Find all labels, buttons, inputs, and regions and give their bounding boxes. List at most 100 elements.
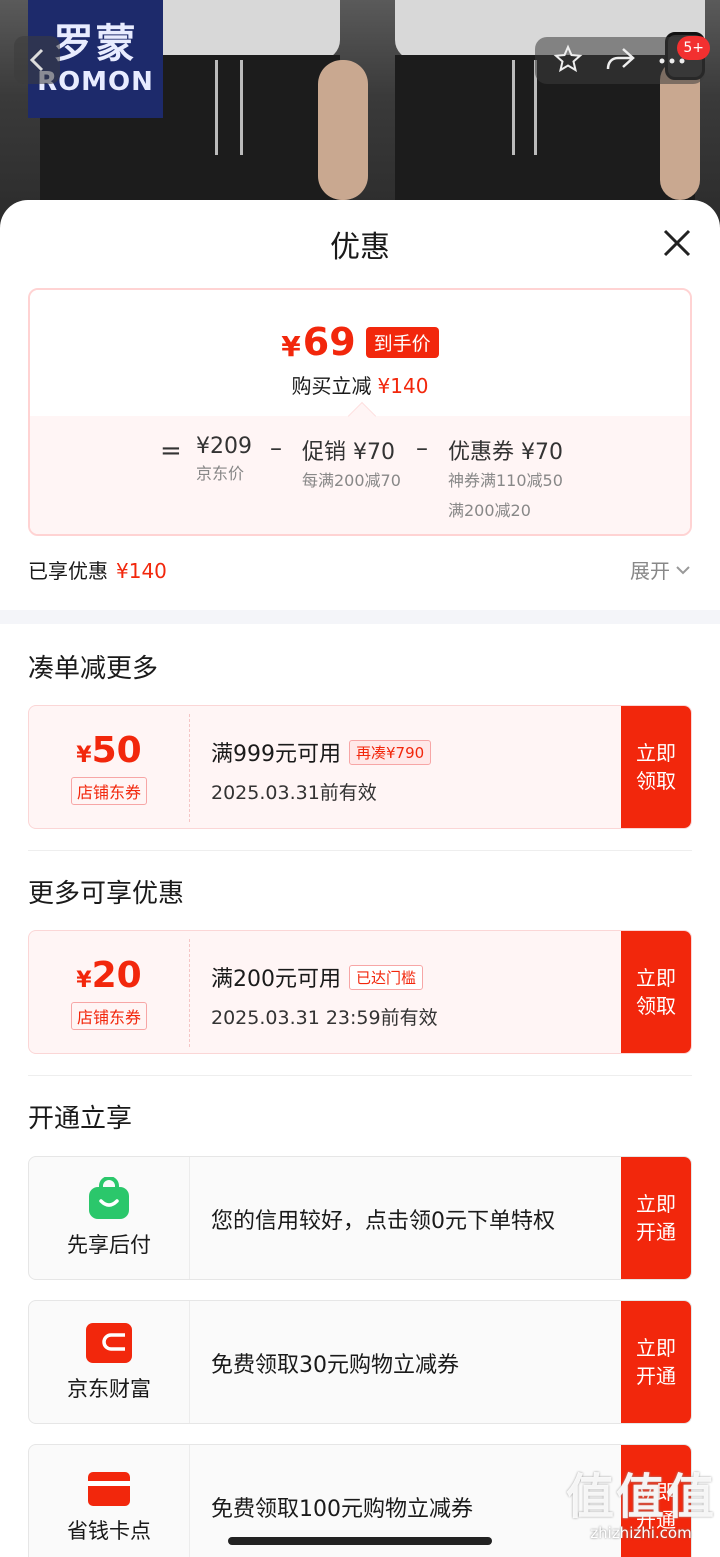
base-price: ¥209 xyxy=(196,434,252,459)
coupon-value: 20 xyxy=(91,954,142,996)
promo-note: 每满200减70 xyxy=(302,471,401,490)
breakdown-equals: = xyxy=(160,436,182,466)
discount-sheet: 优惠 ¥ 69 到手价 购买立减 ¥140 = ¥209 京东价 – 促销 ¥70… xyxy=(0,200,720,1557)
coupon-divider xyxy=(189,939,190,1047)
activate-button-line1: 立即 xyxy=(636,1192,676,1216)
coupon-condition: 满999元可用 xyxy=(211,742,341,767)
favorite-button[interactable] xyxy=(553,44,583,78)
purchase-discount-label: 购买立减 xyxy=(291,374,372,398)
breakdown-base: ¥209 京东价 xyxy=(196,434,252,489)
service-description: 免费领取100元购物立减券 xyxy=(211,1497,473,1522)
section-title-open-enjoy: 开通立享 xyxy=(28,1104,133,1134)
activate-button[interactable]: 立即 开通 xyxy=(621,1301,691,1423)
price-currency: ¥ xyxy=(281,329,301,363)
coupon-condition-row: 满999元可用 再凑¥790 xyxy=(211,736,432,768)
coupon-note-1: 神券满110减50 xyxy=(448,471,563,490)
coupon-divider xyxy=(189,714,190,822)
breakdown-coupon: 优惠券 ¥70 神券满110减50 满200减20 xyxy=(448,434,563,526)
service-description: 免费领取30元购物立减券 xyxy=(211,1353,459,1378)
coupon-currency: ¥ xyxy=(76,967,92,993)
watermark-url: zhizhizhi.com xyxy=(590,1524,692,1542)
watermark-logo: 值值值 xyxy=(566,1469,717,1525)
brand-logo-cn: 罗蒙 xyxy=(53,21,138,67)
wallet-icon xyxy=(86,1323,132,1363)
drawstring xyxy=(215,60,218,155)
star-icon xyxy=(553,44,583,72)
claim-coupon-button[interactable]: 立即 领取 xyxy=(621,706,691,828)
drawstring xyxy=(512,60,515,155)
promo-discount: 促销 ¥70 xyxy=(302,440,395,465)
price-summary-card: ¥ 69 到手价 购买立减 ¥140 = ¥209 京东价 – 促销 ¥70 每满… xyxy=(28,288,692,536)
activate-button-line2: 开通 xyxy=(636,1364,676,1388)
coupon-validity: 2025.03.31 23:59前有效 xyxy=(211,1007,438,1029)
coupon-type: 店铺东券 xyxy=(70,776,147,805)
service-name: 先享后付 xyxy=(67,1233,151,1257)
claim-button-line2: 领取 xyxy=(636,994,676,1018)
claim-coupon-button[interactable]: 立即 领取 xyxy=(621,931,691,1053)
coupon-amount: ¥ 20 xyxy=(76,955,141,996)
final-price-tag: 到手价 xyxy=(365,326,439,358)
home-indicator[interactable] xyxy=(228,1537,492,1545)
notification-badge: 5+ xyxy=(677,36,710,60)
coupon-discount: 优惠券 ¥70 xyxy=(448,440,563,465)
service-divider xyxy=(189,1445,190,1557)
coupon-currency: ¥ xyxy=(76,742,92,768)
section-title-more-discount: 更多可享优惠 xyxy=(28,879,185,909)
enjoyed-label: 已享优惠 xyxy=(28,559,108,583)
divider xyxy=(28,1075,692,1076)
price-head: ¥ 69 到手价 购买立减 ¥140 xyxy=(30,290,690,416)
service-description: 您的信用较好，点击领0元下单特权 xyxy=(211,1209,555,1234)
coupon-value-area: ¥ 20 店铺东券 xyxy=(29,931,189,1053)
coupon-condition-row: 满200元可用 已达门槛 xyxy=(211,961,438,993)
coupon-note-2: 满200减20 xyxy=(448,501,531,520)
service-brand: 省钱卡点 xyxy=(29,1445,189,1557)
section-title-more-order: 凑单减更多 xyxy=(28,654,159,684)
expand-button[interactable]: 展开 xyxy=(630,555,692,584)
chevron-left-icon xyxy=(29,48,44,72)
price-breakdown: = ¥209 京东价 – 促销 ¥70 每满200减70 – 优惠券 ¥70 神… xyxy=(30,416,690,534)
base-price-note: 京东价 xyxy=(196,464,245,483)
drawstring xyxy=(240,60,243,155)
sheet-title: 优惠 xyxy=(330,230,390,265)
final-price-row: ¥ 69 到手价 xyxy=(281,320,439,364)
card-icon xyxy=(88,1472,130,1506)
section-separator xyxy=(0,610,720,624)
back-button[interactable] xyxy=(14,36,60,84)
coupon-value-area: ¥ 50 店铺东券 xyxy=(29,706,189,828)
coupon-card: ¥ 50 店铺东券 满999元可用 再凑¥790 2025.03.31前有效 立… xyxy=(28,705,692,829)
coupon-card: ¥ 20 店铺东券 满200元可用 已达门槛 2025.03.31 23:59前… xyxy=(28,930,692,1054)
claim-button-line2: 领取 xyxy=(636,769,676,793)
divider xyxy=(28,850,692,851)
service-divider xyxy=(189,1157,190,1279)
activate-button[interactable]: 立即 开通 xyxy=(621,1157,691,1279)
close-icon xyxy=(663,229,691,257)
coupon-amount: ¥ 50 xyxy=(76,730,141,771)
close-button[interactable] xyxy=(660,226,694,260)
enjoyed-discount: 已享优惠 ¥140 xyxy=(28,555,167,584)
hand xyxy=(318,60,368,200)
purchase-discount-value: ¥140 xyxy=(377,374,429,398)
coupon-info: 满999元可用 再凑¥790 2025.03.31前有效 xyxy=(211,736,432,805)
share-button[interactable] xyxy=(604,45,636,77)
purchase-discount: 购买立减 ¥140 xyxy=(292,370,429,399)
final-price-value: 69 xyxy=(302,320,356,364)
claim-button-line1: 立即 xyxy=(636,966,676,990)
service-name: 京东财富 xyxy=(67,1377,151,1401)
service-divider xyxy=(189,1301,190,1423)
breakdown-minus: – xyxy=(416,434,428,462)
watermark: 值值值 zhizhizhi.com xyxy=(566,1470,716,1554)
enjoyed-value: ¥140 xyxy=(116,559,167,583)
coupon-type: 店铺东券 xyxy=(70,1001,147,1030)
service-card-jd-wealth: 京东财富 免费领取30元购物立减券 立即 开通 xyxy=(28,1300,692,1424)
coupon-badge: 已达门槛 xyxy=(349,964,424,990)
expand-label: 展开 xyxy=(630,559,670,583)
coupon-value: 50 xyxy=(91,729,142,771)
claim-button-line1: 立即 xyxy=(636,741,676,765)
breakdown-minus: – xyxy=(270,434,282,462)
service-card-pay-later: 先享后付 您的信用较好，点击领0元下单特权 立即 开通 xyxy=(28,1156,692,1280)
coupon-condition: 满200元可用 xyxy=(211,967,341,992)
coupon-badge: 再凑¥790 xyxy=(349,739,432,765)
activate-button-line1: 立即 xyxy=(636,1336,676,1360)
service-brand: 京东财富 xyxy=(29,1301,189,1423)
share-icon xyxy=(606,47,635,69)
